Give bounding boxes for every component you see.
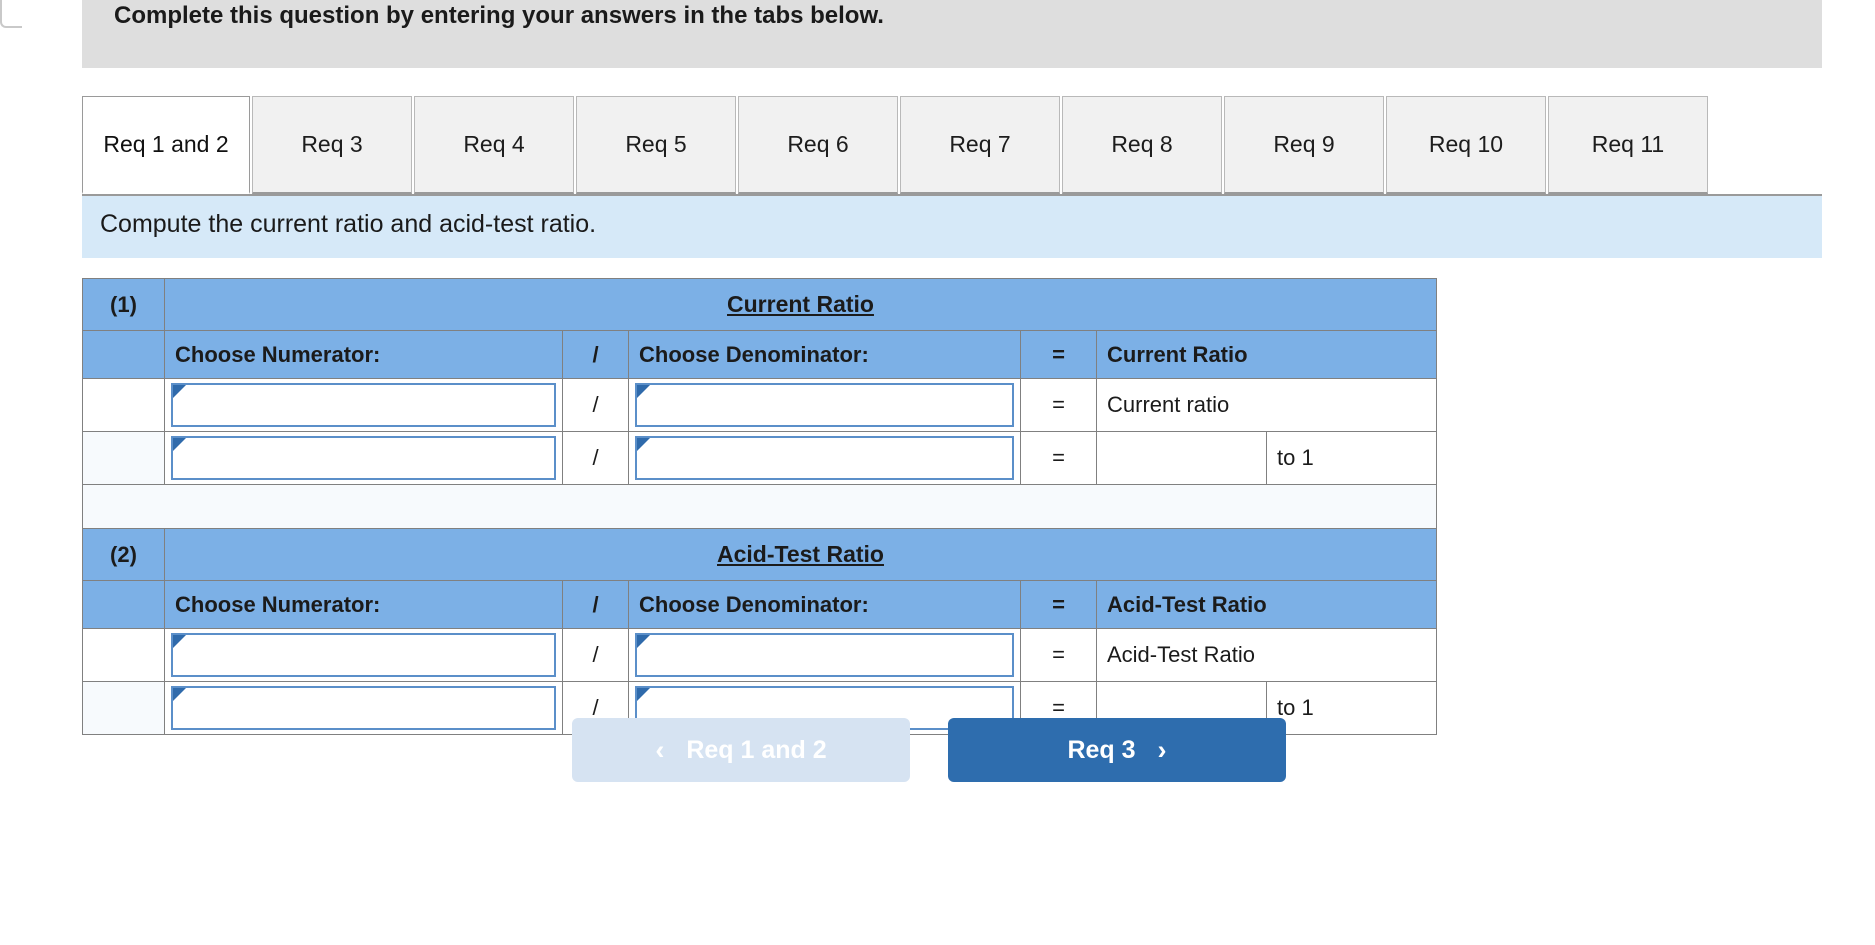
tab-req-1-and-2[interactable]: Req 1 and 2 bbox=[82, 96, 250, 194]
tab-label: Req 8 bbox=[1111, 131, 1173, 157]
section1-row1-slash: / bbox=[562, 378, 629, 432]
tab-label: Req 6 bbox=[787, 131, 849, 157]
tab-req-10[interactable]: Req 10 bbox=[1386, 96, 1546, 194]
section1-row1-numerator-cell bbox=[164, 378, 563, 432]
section1-row2-rowlabel bbox=[82, 431, 165, 485]
section1-header-spacer bbox=[82, 330, 165, 379]
section2-row1-equals: = bbox=[1020, 628, 1097, 682]
section1-col-slash: / bbox=[562, 330, 629, 379]
ratio-worksheet: (1) Current Ratio Choose Numerator: / Ch… bbox=[82, 278, 1437, 735]
tab-label: Req 9 bbox=[1273, 131, 1335, 157]
section2-row1-denominator-cell bbox=[628, 628, 1021, 682]
section2-col-numerator: Choose Numerator: bbox=[164, 580, 563, 629]
section1-row2-suffix: to 1 bbox=[1266, 431, 1437, 485]
section2-col-equals: = bbox=[1020, 580, 1097, 629]
section2-row1-slash: / bbox=[562, 628, 629, 682]
requirement-instruction-text: Compute the current ratio and acid-test … bbox=[100, 210, 597, 238]
navigation-buttons: ‹ Req 1 and 2 Req 3 › bbox=[0, 718, 1875, 798]
section1-col-numerator: Choose Numerator: bbox=[164, 330, 563, 379]
tab-label: Req 3 bbox=[301, 131, 363, 157]
section2-column-header-row: Choose Numerator: / Choose Denominator: … bbox=[82, 580, 1437, 629]
section1-row2-equals: = bbox=[1020, 431, 1097, 485]
requirement-tabs: Req 1 and 2 Req 3 Req 4 Req 5 Req 6 Req … bbox=[82, 96, 1822, 196]
tab-req-7[interactable]: Req 7 bbox=[900, 96, 1060, 194]
section1-row2-denominator-dropdown[interactable] bbox=[635, 436, 1014, 480]
section1-col-denominator: Choose Denominator: bbox=[628, 330, 1021, 379]
section-spacer-cell bbox=[82, 484, 1437, 529]
section2-title-text: Acid-Test Ratio bbox=[717, 541, 884, 567]
section2-row1-numerator-cell bbox=[164, 628, 563, 682]
tab-label: Req 1 and 2 bbox=[103, 131, 229, 157]
panel-corner-decoration bbox=[0, 0, 22, 28]
section1-row1-result-label: Current ratio bbox=[1096, 378, 1437, 432]
section2-row1-denominator-dropdown[interactable] bbox=[635, 633, 1014, 677]
tab-req-11[interactable]: Req 11 bbox=[1548, 96, 1708, 194]
section2-title-row: (2) Acid-Test Ratio bbox=[82, 528, 1437, 581]
section1-col-equals: = bbox=[1020, 330, 1097, 379]
instruction-banner-text: Complete this question by entering your … bbox=[114, 2, 884, 29]
section1-row2-denominator-cell bbox=[628, 431, 1021, 485]
section1-row2-result-value[interactable] bbox=[1096, 431, 1267, 485]
tab-label: Req 5 bbox=[625, 131, 687, 157]
section1-row1-rowlabel bbox=[82, 378, 165, 432]
section2-col-result: Acid-Test Ratio bbox=[1096, 580, 1437, 629]
section1-row1-denominator-cell bbox=[628, 378, 1021, 432]
section1-row2-slash: / bbox=[562, 431, 629, 485]
section2-row1-result-label: Acid-Test Ratio bbox=[1096, 628, 1437, 682]
section1-row-1: / = Current ratio bbox=[82, 378, 1437, 432]
section1-row1-equals: = bbox=[1020, 378, 1097, 432]
requirement-instruction: Compute the current ratio and acid-test … bbox=[82, 196, 1822, 258]
section1-row1-numerator-dropdown[interactable] bbox=[171, 383, 556, 427]
section-spacer-row bbox=[82, 484, 1437, 529]
section2-index: (2) bbox=[82, 528, 165, 581]
tab-req-6[interactable]: Req 6 bbox=[738, 96, 898, 194]
previous-requirement-label: Req 1 and 2 bbox=[686, 735, 827, 764]
next-requirement-button[interactable]: Req 3 › bbox=[948, 718, 1286, 782]
chevron-left-icon: ‹ bbox=[655, 734, 665, 765]
tab-label: Req 10 bbox=[1428, 131, 1504, 157]
instruction-banner: Complete this question by entering your … bbox=[82, 0, 1822, 68]
section1-col-result: Current Ratio bbox=[1096, 330, 1437, 379]
section1-title-text: Current Ratio bbox=[727, 291, 874, 317]
chevron-right-icon: › bbox=[1157, 734, 1167, 765]
tab-req-9[interactable]: Req 9 bbox=[1224, 96, 1384, 194]
section1-title: Current Ratio bbox=[164, 278, 1437, 331]
section1-column-header-row: Choose Numerator: / Choose Denominator: … bbox=[82, 330, 1437, 379]
tab-req-4[interactable]: Req 4 bbox=[414, 96, 574, 194]
section2-row-1: / = Acid-Test Ratio bbox=[82, 628, 1437, 682]
section2-col-denominator: Choose Denominator: bbox=[628, 580, 1021, 629]
tab-req-3[interactable]: Req 3 bbox=[252, 96, 412, 194]
tab-label: Req 4 bbox=[463, 131, 525, 157]
next-requirement-label: Req 3 bbox=[1067, 735, 1136, 764]
tab-label: Req 7 bbox=[949, 131, 1011, 157]
section2-col-slash: / bbox=[562, 580, 629, 629]
section2-title: Acid-Test Ratio bbox=[164, 528, 1437, 581]
section2-row1-numerator-dropdown[interactable] bbox=[171, 633, 556, 677]
section1-row-2: / = to 1 bbox=[82, 431, 1437, 485]
tab-req-5[interactable]: Req 5 bbox=[576, 96, 736, 194]
section1-row1-denominator-dropdown[interactable] bbox=[635, 383, 1014, 427]
section1-row2-numerator-cell bbox=[164, 431, 563, 485]
question-page: Complete this question by entering your … bbox=[0, 0, 1875, 945]
section1-row2-numerator-dropdown[interactable] bbox=[171, 436, 556, 480]
tab-label: Req 11 bbox=[1591, 131, 1665, 157]
previous-requirement-button[interactable]: ‹ Req 1 and 2 bbox=[572, 718, 910, 782]
section2-header-spacer bbox=[82, 580, 165, 629]
tab-req-8[interactable]: Req 8 bbox=[1062, 96, 1222, 194]
section2-row1-rowlabel bbox=[82, 628, 165, 682]
section1-title-row: (1) Current Ratio bbox=[82, 278, 1437, 331]
ratio-table: (1) Current Ratio Choose Numerator: / Ch… bbox=[82, 278, 1437, 735]
section1-index: (1) bbox=[82, 278, 165, 331]
